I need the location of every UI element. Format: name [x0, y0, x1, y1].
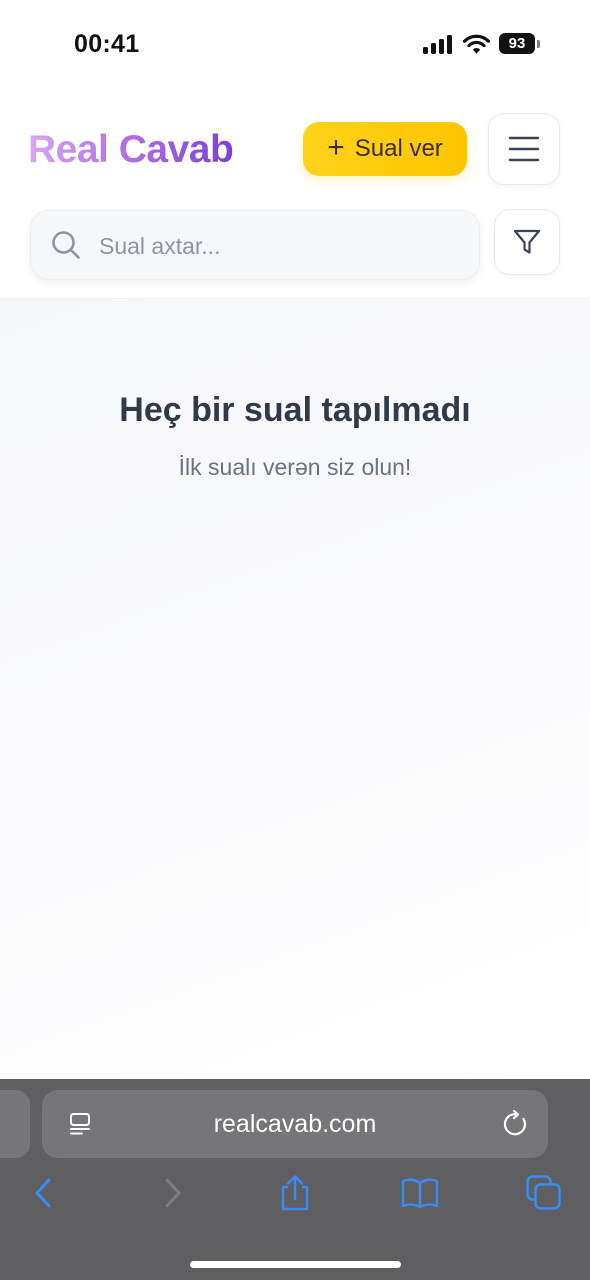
- menu-button[interactable]: [488, 113, 560, 185]
- wifi-icon: [463, 34, 490, 54]
- status-bar: 00:41 93: [0, 0, 590, 90]
- brand-logo[interactable]: Real Cavab: [28, 127, 234, 173]
- search-icon: [52, 231, 80, 259]
- previous-tab[interactable]: [0, 1090, 30, 1158]
- plus-icon: +: [327, 131, 345, 164]
- ask-question-button[interactable]: + Sual ver: [303, 122, 467, 176]
- search-box[interactable]: [30, 210, 480, 280]
- back-icon[interactable]: [26, 1175, 62, 1211]
- main-content: Heç bir sual tapılmadı İlk sualı verən s…: [0, 299, 590, 1079]
- bookmarks-icon[interactable]: [401, 1175, 439, 1211]
- battery-icon: 93: [499, 33, 535, 54]
- signal-icon: [423, 35, 454, 54]
- address-bar[interactable]: realcavab.com: [42, 1090, 548, 1158]
- ask-question-label: Sual ver: [354, 135, 443, 162]
- filter-button[interactable]: [494, 209, 560, 275]
- url-text[interactable]: realcavab.com: [42, 1090, 548, 1158]
- menu-icon: [508, 136, 540, 162]
- home-indicator[interactable]: [190, 1261, 401, 1268]
- share-icon[interactable]: [277, 1175, 313, 1211]
- filter-icon: [513, 229, 541, 254]
- empty-state-subtitle: İlk sualı verən siz olun!: [178, 454, 412, 480]
- empty-state-title: Heç bir sual tapılmadı: [119, 391, 471, 429]
- tabs-icon[interactable]: [526, 1175, 562, 1211]
- search-input[interactable]: [97, 221, 461, 271]
- reload-icon[interactable]: [502, 1110, 530, 1138]
- app-header: Real Cavab + Sual ver: [0, 90, 590, 299]
- battery-cap: [537, 40, 540, 48]
- browser-toolbar: realcavab.com: [0, 1079, 590, 1280]
- forward-icon[interactable]: [154, 1175, 190, 1211]
- status-time: 00:41: [74, 30, 140, 58]
